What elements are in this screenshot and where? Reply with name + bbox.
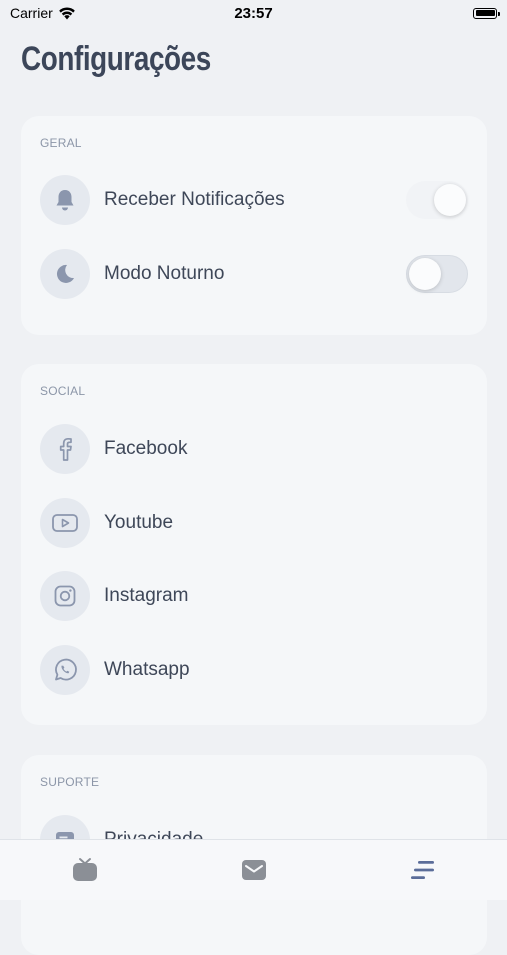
section-label-social: SOCIAL <box>40 384 86 398</box>
carrier-label: Carrier <box>10 5 53 21</box>
notifications-label: Receber Notificações <box>104 189 285 210</box>
settings-row-whatsapp[interactable]: Whatsapp <box>40 645 468 695</box>
menu-icon <box>410 861 434 879</box>
tv-icon <box>72 858 97 881</box>
tab-mail[interactable] <box>224 848 284 892</box>
icon-badge <box>40 645 90 695</box>
battery-icon <box>473 7 500 19</box>
youtube-label: Youtube <box>104 512 174 533</box>
instagram-label: Instagram <box>104 585 189 606</box>
tab-menu[interactable] <box>393 848 453 892</box>
section-label-suporte: SUPORTE <box>40 775 100 789</box>
bell-icon <box>56 190 74 211</box>
moon-icon <box>56 264 74 283</box>
whatsapp-label: Whatsapp <box>104 659 190 680</box>
instagram-icon <box>54 585 76 607</box>
toggle-knob <box>434 184 466 216</box>
tab-tv[interactable] <box>55 848 115 892</box>
general-section-card: GERAL Receber Notificações Modo Noturno <box>21 116 487 335</box>
icon-badge <box>40 571 90 621</box>
settings-row-youtube[interactable]: Youtube <box>40 498 468 548</box>
tab-bar <box>0 839 507 900</box>
status-left: Carrier <box>10 5 76 21</box>
status-time: 23:57 <box>234 4 273 22</box>
facebook-label: Facebook <box>104 438 188 459</box>
notifications-toggle[interactable] <box>406 181 468 219</box>
youtube-icon <box>52 514 78 532</box>
night-mode-label: Modo Noturno <box>104 263 225 284</box>
mail-icon <box>241 860 266 880</box>
section-label-geral: GERAL <box>40 136 82 150</box>
whatsapp-icon <box>55 658 77 681</box>
settings-row-facebook[interactable]: Facebook <box>40 424 468 474</box>
facebook-icon <box>59 437 72 461</box>
settings-row-notifications[interactable]: Receber Notificações <box>40 175 468 225</box>
icon-badge <box>40 175 90 225</box>
wifi-icon <box>58 6 75 19</box>
settings-row-instagram[interactable]: Instagram <box>40 571 468 621</box>
icon-badge <box>40 498 90 548</box>
icon-badge <box>40 249 90 299</box>
night-mode-toggle[interactable] <box>406 255 468 293</box>
status-bar: Carrier 23:57 <box>0 0 507 26</box>
page-title: Configurações <box>21 40 211 78</box>
icon-badge <box>40 424 90 474</box>
social-section-card: SOCIAL Facebook Youtube Instagram Whatsa… <box>21 364 487 725</box>
toggle-knob <box>409 258 441 290</box>
settings-row-night-mode[interactable]: Modo Noturno <box>40 249 468 299</box>
